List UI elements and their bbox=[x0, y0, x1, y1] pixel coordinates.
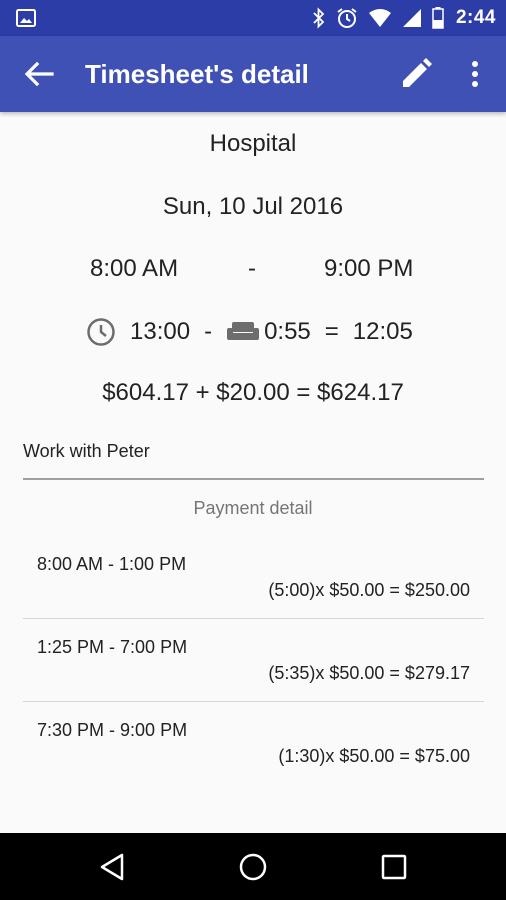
alarm-icon bbox=[337, 8, 357, 28]
end-time: 9:00 PM bbox=[324, 255, 414, 282]
divider bbox=[23, 478, 484, 480]
page-title: Timesheet's detail bbox=[85, 59, 309, 89]
payment-row: 8:00 AM - 1:00 PM (5:00)x $50.00 = $250.… bbox=[23, 536, 484, 619]
back-arrow-icon[interactable] bbox=[22, 58, 56, 90]
payment-calculation: (5:00)x $50.00 = $250.00 bbox=[268, 580, 470, 600]
bluetooth-icon bbox=[313, 7, 325, 29]
duration-row: 13:00 - 0:55 = 12:05 bbox=[86, 316, 413, 348]
equals-sign: = bbox=[324, 318, 339, 345]
payment-row: 1:25 PM - 7:00 PM (5:35)x $50.00 = $279.… bbox=[23, 619, 484, 702]
place-name: Hospital bbox=[209, 130, 297, 157]
status-bar: 2:44 bbox=[0, 0, 506, 36]
total-duration: 13:00 bbox=[130, 318, 191, 345]
wifi-icon bbox=[368, 9, 391, 27]
minus-sign: - bbox=[204, 318, 213, 345]
back-triangle-icon[interactable] bbox=[97, 851, 129, 883]
payment-time-range: 8:00 AM - 1:00 PM bbox=[37, 554, 187, 574]
start-time: 8:00 AM bbox=[90, 255, 179, 282]
recents-square-icon[interactable] bbox=[378, 851, 410, 883]
status-time: 2:44 bbox=[455, 7, 496, 28]
edit-pencil-icon[interactable] bbox=[399, 57, 433, 91]
time-dash: - bbox=[248, 255, 256, 282]
timesheet-date: Sun, 10 Jul 2016 bbox=[162, 193, 344, 220]
signal-icon bbox=[402, 9, 421, 27]
amount-summary: $604.17 + $20.00 = $624.17 bbox=[102, 379, 404, 406]
home-circle-icon[interactable] bbox=[237, 851, 269, 883]
break-duration: 0:55 bbox=[264, 318, 311, 345]
payment-time-range: 7:30 PM - 9:00 PM bbox=[37, 720, 188, 740]
timesheet-note: Work with Peter bbox=[23, 441, 150, 461]
app-bar: Timesheet's detail bbox=[0, 36, 506, 112]
payment-row: 7:30 PM - 9:00 PM (1:30)x $50.00 = $75.0… bbox=[23, 702, 484, 785]
sofa-break-icon bbox=[227, 322, 260, 340]
time-range: 8:00 AM - 9:00 PM bbox=[0, 255, 506, 285]
system-nav-bar bbox=[0, 833, 506, 900]
worked-duration: 12:05 bbox=[352, 318, 413, 345]
image-icon bbox=[16, 9, 36, 27]
clock-icon bbox=[87, 318, 115, 346]
payment-detail-title: Payment detail bbox=[193, 498, 313, 518]
more-vert-icon[interactable] bbox=[464, 58, 486, 90]
payment-calculation: (5:35)x $50.00 = $279.17 bbox=[268, 663, 470, 683]
payment-time-range: 1:25 PM - 7:00 PM bbox=[37, 637, 188, 657]
battery-icon bbox=[432, 7, 444, 29]
payment-calculation: (1:30)x $50.00 = $75.00 bbox=[278, 746, 470, 766]
